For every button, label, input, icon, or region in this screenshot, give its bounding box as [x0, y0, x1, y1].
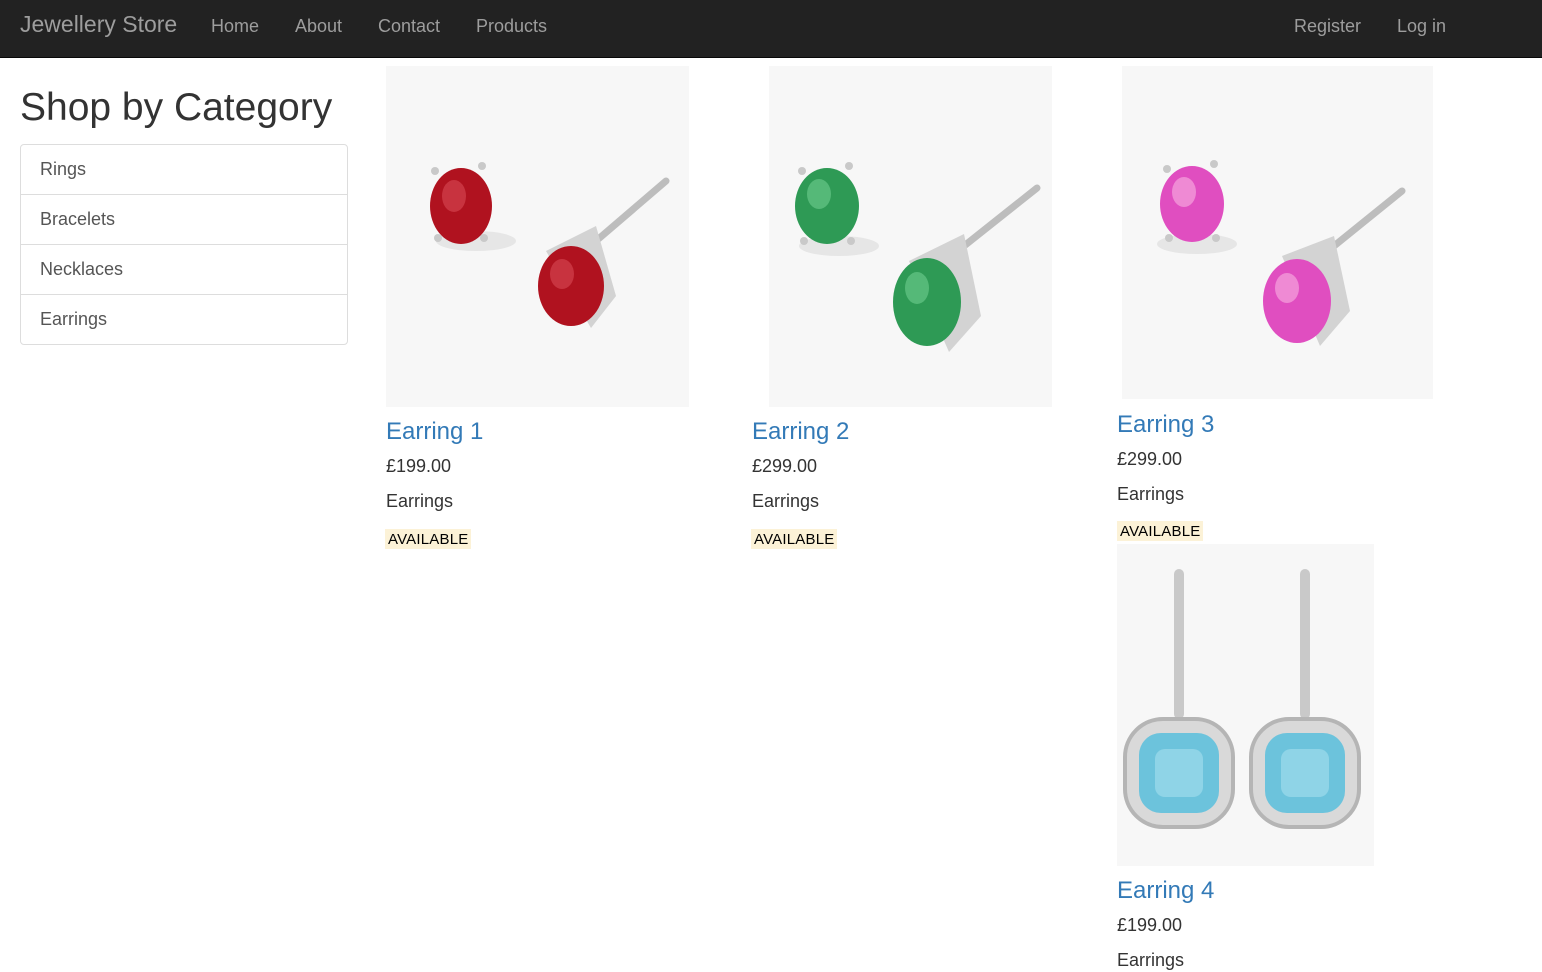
product-category: Earrings: [752, 491, 820, 511]
register-link[interactable]: Register: [1294, 16, 1361, 37]
product-name-link[interactable]: Earring 1: [386, 418, 483, 446]
product-category: Earrings: [1117, 484, 1185, 504]
category-item-rings[interactable]: Rings: [20, 144, 348, 195]
category-item-necklaces[interactable]: Necklaces: [20, 244, 348, 295]
product-price: £199.00: [386, 456, 452, 476]
availability-badge: AVAILABLE: [1117, 521, 1204, 541]
category-list: Rings Bracelets Necklaces Earrings: [20, 144, 348, 345]
product-name-link[interactable]: Earring 2: [752, 418, 849, 446]
product-category: Earrings: [1117, 950, 1185, 970]
category-item-earrings[interactable]: Earrings: [20, 294, 348, 345]
category-item-bracelets[interactable]: Bracelets: [20, 194, 348, 245]
product-name-link[interactable]: Earring 4: [1117, 877, 1214, 905]
product-category: Earrings: [386, 491, 454, 511]
top-navbar: Jewellery Store Home About Contact Produ…: [0, 0, 1542, 58]
product-price: £299.00: [1117, 449, 1183, 469]
availability-badge: AVAILABLE: [385, 529, 472, 549]
nav-about-link[interactable]: About: [295, 16, 342, 37]
nav-contact-link[interactable]: Contact: [378, 16, 440, 37]
login-link[interactable]: Log in: [1397, 16, 1446, 37]
product-image[interactable]: [769, 66, 1052, 407]
product-image[interactable]: [1122, 66, 1433, 399]
product-image[interactable]: [386, 66, 689, 407]
nav-products-link[interactable]: Products: [476, 16, 547, 37]
product-price: £199.00: [1117, 915, 1183, 935]
nav-home-link[interactable]: Home: [211, 16, 259, 37]
product-name-link[interactable]: Earring 3: [1117, 411, 1214, 439]
product-image[interactable]: [1117, 544, 1374, 866]
brand-link[interactable]: Jewellery Store: [20, 11, 177, 38]
availability-badge: AVAILABLE: [751, 529, 838, 549]
sidebar-title: Shop by Category: [20, 86, 333, 129]
product-price: £299.00: [752, 456, 818, 476]
